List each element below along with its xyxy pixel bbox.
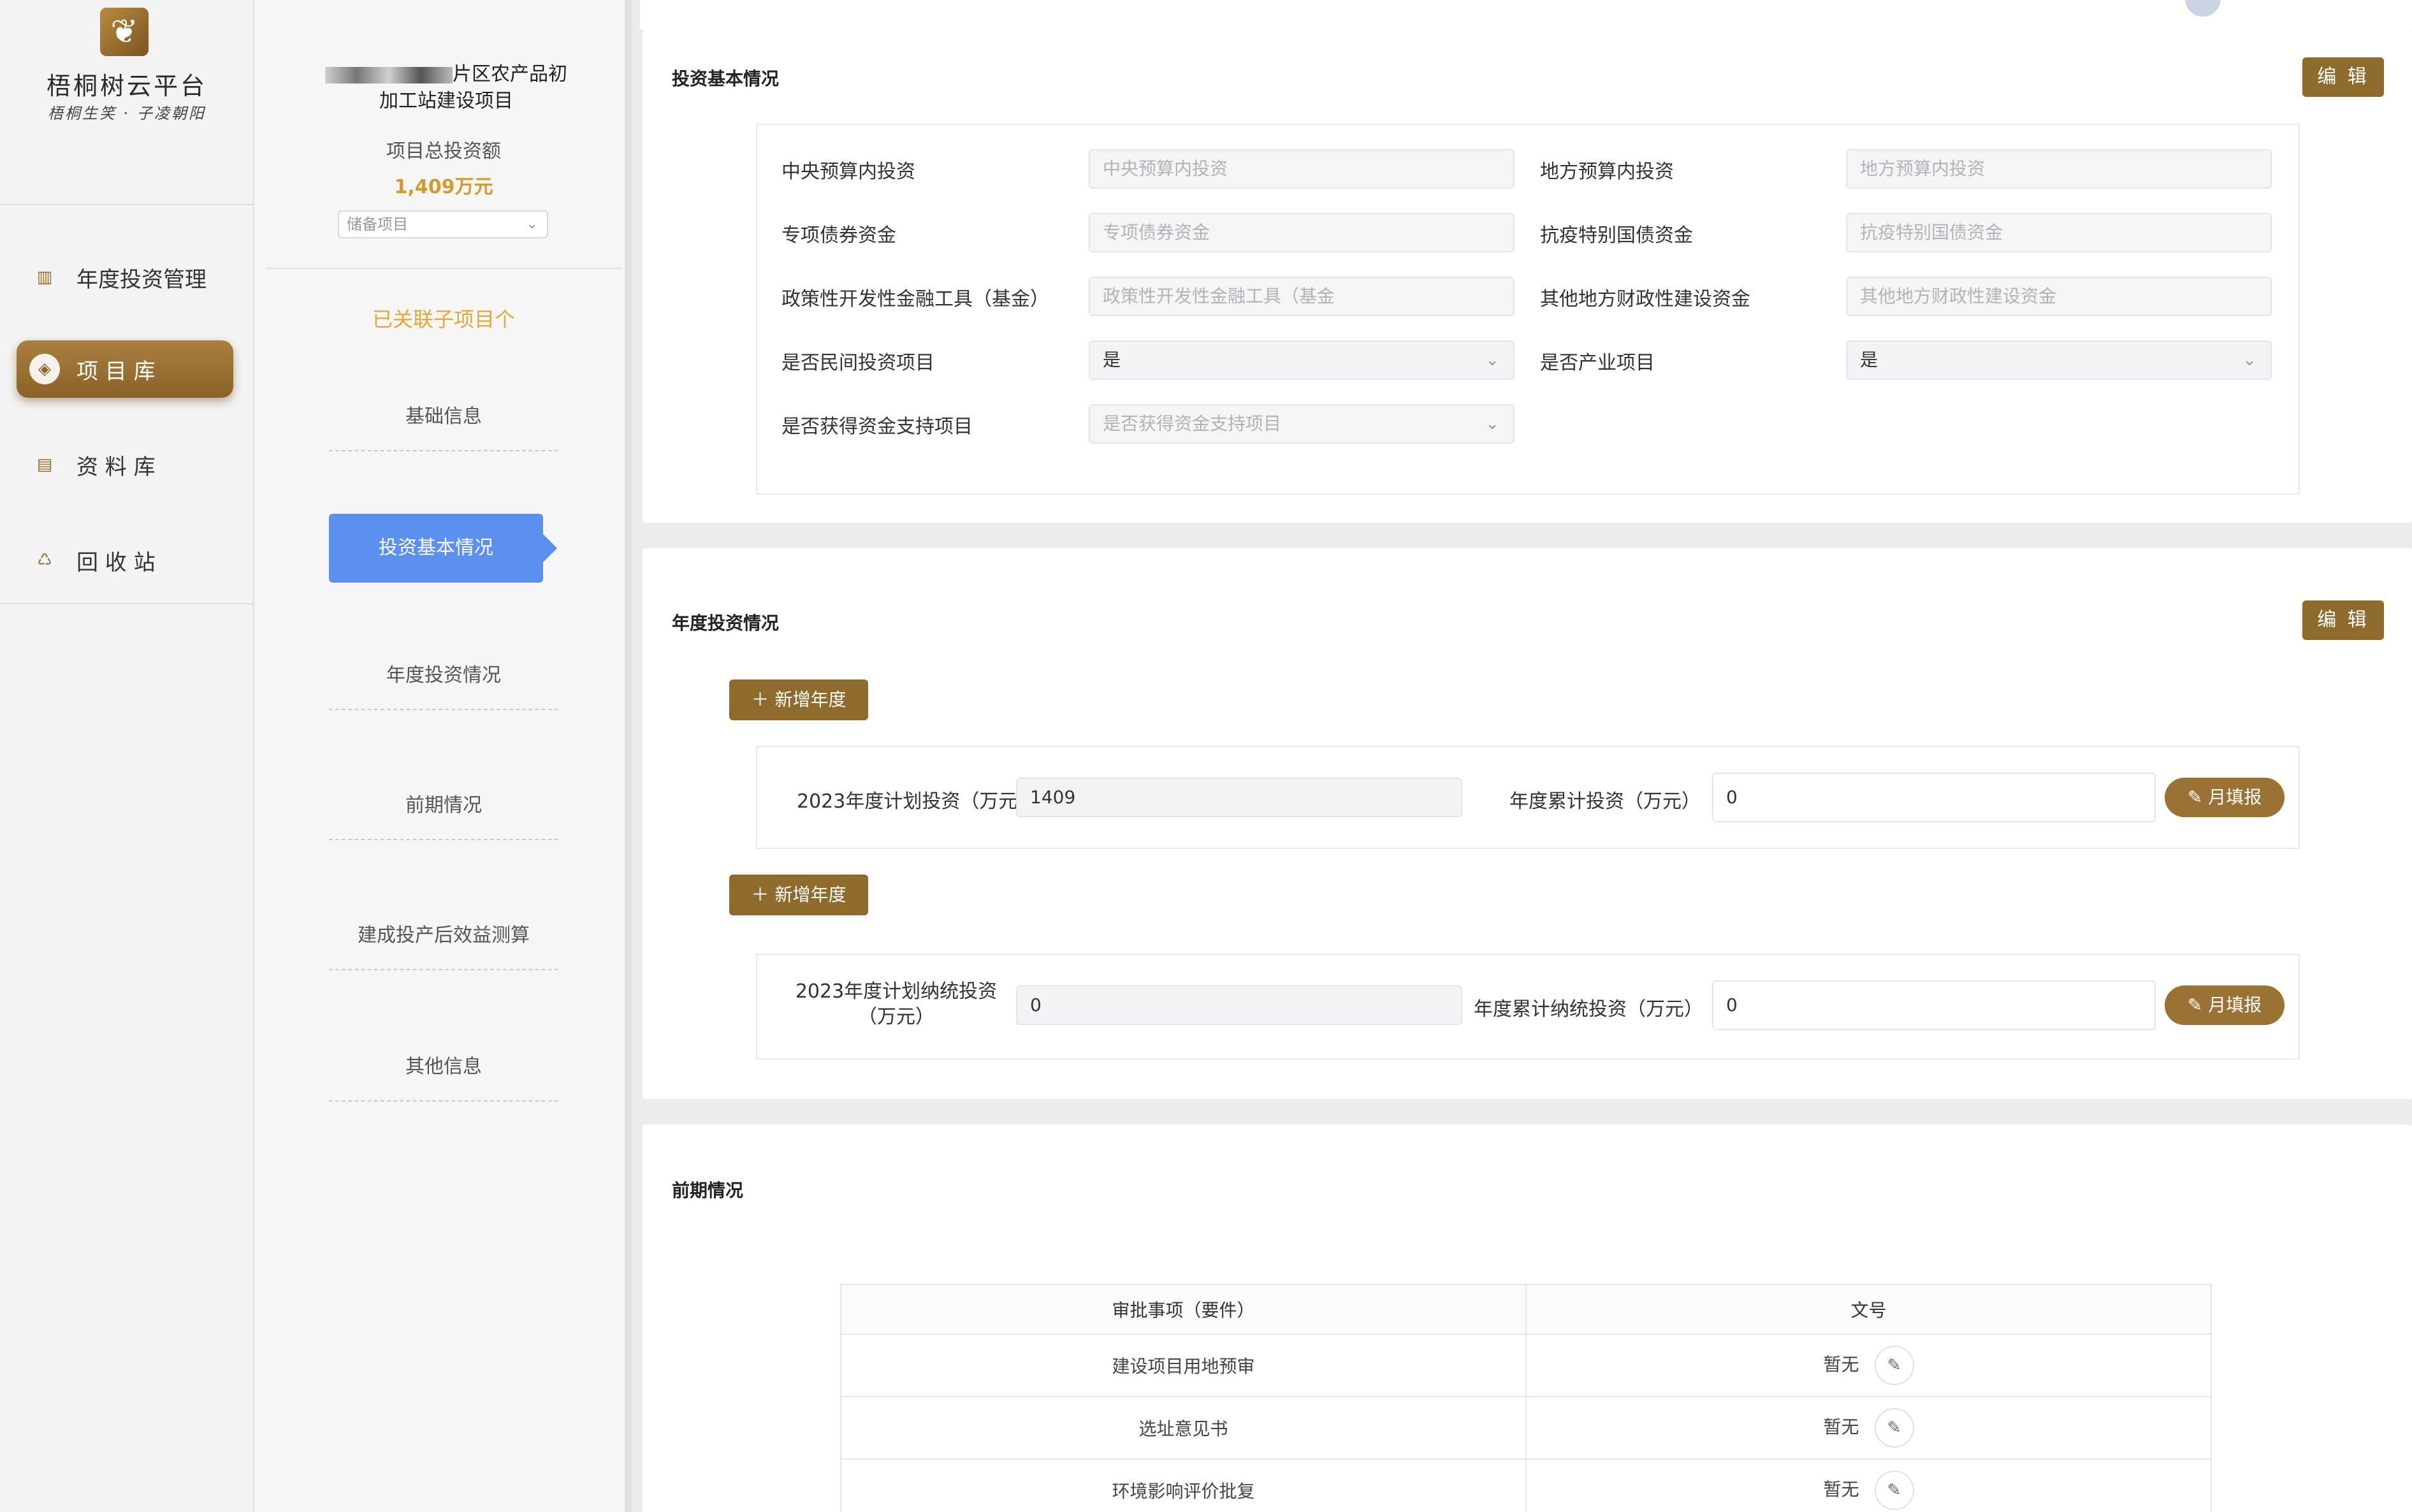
doc-cell: 暂无 ✎ bbox=[1525, 1396, 2212, 1460]
annual-stat-plan-input[interactable]: 0 bbox=[1016, 985, 1462, 1025]
approval-table: 审批事项（要件） 文号 建设项目用地预审 暂无 ✎ 选址意见书 暂无 ✎ 环境影响评… bbox=[840, 1284, 2212, 1512]
policy-finance-input[interactable]: 政策性开发性金融工具（基金 bbox=[1089, 277, 1515, 316]
subnav-investment-basic[interactable]: 投资基本情况 bbox=[329, 514, 557, 583]
logo-area: ❦ 梧桐树云平台 梧桐生笑 · 子凌朝阳 bbox=[0, 0, 254, 205]
edit-icon[interactable]: ✎ bbox=[1874, 1346, 1914, 1385]
trash-icon: ♺ bbox=[37, 551, 52, 570]
top-bar bbox=[640, 0, 2412, 29]
edit-icon: ✎ bbox=[2187, 994, 2209, 1015]
nav-item-label: 资 料 库 bbox=[76, 454, 156, 480]
section-title: 投资基本情况 bbox=[672, 68, 780, 89]
industry-project-select[interactable]: 是 ⌄ bbox=[1846, 340, 2272, 380]
central-budget-input[interactable]: 中央预算内投资 bbox=[1089, 149, 1515, 189]
field-label: 政策性开发性金融工具（基金） bbox=[781, 288, 1049, 310]
fund-support-select[interactable]: 是否获得资金支持项目 ⌄ bbox=[1089, 404, 1515, 444]
field-label: 抗疫特别国债资金 bbox=[1540, 224, 1693, 247]
divider bbox=[266, 268, 622, 269]
total-investment-value: 1,409万元 bbox=[394, 176, 493, 198]
nav-item-recycle-bin[interactable]: ♺ 回 收 站 bbox=[17, 532, 233, 589]
nav-item-label: 项 目 库 bbox=[76, 358, 156, 384]
edit-icon[interactable]: ✎ bbox=[1874, 1471, 1914, 1510]
field-label: 专项债券资金 bbox=[781, 224, 896, 247]
project-title: 片区农产品初 加工站建设项目 bbox=[268, 61, 625, 115]
logo-icon: ❦ bbox=[100, 8, 149, 56]
add-year-button[interactable]: ＋ 新增年度 bbox=[729, 875, 868, 915]
field-label: 年度累计纳统投资（万元） bbox=[1474, 998, 1703, 1021]
avatar[interactable] bbox=[2185, 0, 2221, 17]
other-local-fund-input[interactable]: 其他地方财政性建设资金 bbox=[1846, 277, 2272, 316]
field-label: 2023年度计划投资（万元） bbox=[797, 790, 1037, 813]
layers-icon: ◈ bbox=[29, 354, 60, 384]
document-icon: ▤ bbox=[36, 455, 53, 474]
field-label: 是否民间投资项目 bbox=[781, 352, 934, 374]
approval-item: 环境影响评价批复 bbox=[840, 1458, 1527, 1512]
nav-item-annual-investment[interactable]: ▥ 年度投资管理 bbox=[17, 249, 233, 306]
private-investment-select[interactable]: 是 ⌄ bbox=[1089, 340, 1515, 380]
total-investment-label: 项目总投资额 bbox=[386, 140, 501, 163]
local-budget-input[interactable]: 地方预算内投资 bbox=[1846, 149, 2272, 189]
edit-icon[interactable]: ✎ bbox=[1874, 1408, 1914, 1448]
field-label: 2023年度计划纳统投资（万元） bbox=[795, 980, 998, 1028]
subnav-basic-info[interactable]: 基础信息 bbox=[329, 382, 558, 451]
sidebar: ❦ 梧桐树云平台 梧桐生笑 · 子凌朝阳 ▥ 年度投资管理 ◈ 项 目 库 ▤ … bbox=[0, 0, 254, 1512]
field-label: 年度累计投资（万元） bbox=[1509, 790, 1701, 813]
table-row: 环境影响评价批复 暂无 ✎ bbox=[840, 1458, 2212, 1512]
table-row: 建设项目用地预审 暂无 ✎ bbox=[840, 1334, 2212, 1397]
annual-plan-input[interactable]: 1409 bbox=[1016, 778, 1462, 817]
linked-subprojects[interactable]: 已关联子项目个 bbox=[255, 303, 632, 333]
annual-investment-card: 年度投资情况 编 辑 ＋ 新增年度 2023年度计划投资（万元） 1409 年度… bbox=[643, 548, 2412, 1099]
subnav-annual-investment[interactable]: 年度投资情况 bbox=[329, 641, 558, 710]
approval-item: 建设项目用地预审 bbox=[840, 1334, 1527, 1397]
doc-cell: 暂无 ✎ bbox=[1525, 1458, 2212, 1512]
add-year-button[interactable]: ＋ 新增年度 bbox=[729, 680, 868, 720]
column-header: 审批事项（要件） bbox=[840, 1284, 1527, 1335]
nav-item-label: 回 收 站 bbox=[76, 549, 156, 576]
nav-item-project-library[interactable]: ◈ 项 目 库 bbox=[17, 340, 233, 398]
chevron-down-icon: ⌄ bbox=[1485, 351, 1499, 370]
nav-item-document-library[interactable]: ▤ 资 料 库 bbox=[17, 436, 233, 493]
chevron-down-icon: ⌄ bbox=[526, 216, 538, 232]
annual-stat-accumulated-input[interactable]: 0 bbox=[1712, 980, 2156, 1030]
monthly-report-button[interactable]: ✎ 月填报 bbox=[2165, 985, 2285, 1025]
chevron-down-icon: ⌄ bbox=[1485, 414, 1499, 433]
doc-cell: 暂无 ✎ bbox=[1525, 1334, 2212, 1397]
edit-icon: ✎ bbox=[2187, 787, 2209, 808]
redacted-text bbox=[325, 66, 453, 84]
chevron-down-icon: ⌄ bbox=[2242, 351, 2256, 370]
edit-button[interactable]: 编 辑 bbox=[2302, 600, 2384, 640]
field-label: 中央预算内投资 bbox=[781, 161, 915, 183]
investment-basic-card: 投资基本情况 编 辑 中央预算内投资 中央预算内投资 地方预算内投资 地方预算内… bbox=[643, 29, 2412, 523]
field-label: 是否产业项目 bbox=[1540, 352, 1655, 374]
field-label: 是否获得资金支持项目 bbox=[781, 416, 973, 438]
field-label: 其他地方财政性建设资金 bbox=[1540, 288, 1750, 310]
section-title: 前期情况 bbox=[672, 1180, 744, 1201]
nav-divider bbox=[0, 603, 254, 604]
project-subpanel: 片区农产品初 加工站建设项目 项目总投资额 1,409万元 储备项目 ⌄ 已关联… bbox=[255, 0, 632, 1512]
nav-item-label: 年度投资管理 bbox=[76, 266, 207, 293]
table-row: 选址意见书 暂无 ✎ bbox=[840, 1396, 2212, 1460]
approval-item: 选址意见书 bbox=[840, 1396, 1527, 1460]
project-status-select[interactable]: 储备项目 ⌄ bbox=[338, 210, 548, 238]
column-header: 文号 bbox=[1525, 1284, 2212, 1335]
section-title: 年度投资情况 bbox=[672, 613, 780, 634]
subnav-other-info[interactable]: 其他信息 bbox=[329, 1033, 558, 1101]
special-bond-input[interactable]: 专项债券资金 bbox=[1089, 213, 1515, 252]
monthly-report-button[interactable]: ✎ 月填报 bbox=[2165, 778, 2285, 817]
brand-slogan: 梧桐生笑 · 子凌朝阳 bbox=[48, 105, 206, 122]
field-label: 地方预算内投资 bbox=[1540, 161, 1674, 183]
anti-epidemic-bond-input[interactable]: 抗疫特别国债资金 bbox=[1846, 213, 2272, 252]
annual-accumulated-input[interactable]: 0 bbox=[1712, 773, 2156, 822]
brand-name: 梧桐树云平台 bbox=[46, 72, 207, 100]
subnav-preliminary[interactable]: 前期情况 bbox=[329, 771, 558, 840]
edit-button[interactable]: 编 辑 bbox=[2302, 57, 2384, 97]
subnav-benefit-estimate[interactable]: 建成投产后效益测算 bbox=[329, 901, 558, 970]
chart-icon: ▥ bbox=[36, 268, 53, 287]
